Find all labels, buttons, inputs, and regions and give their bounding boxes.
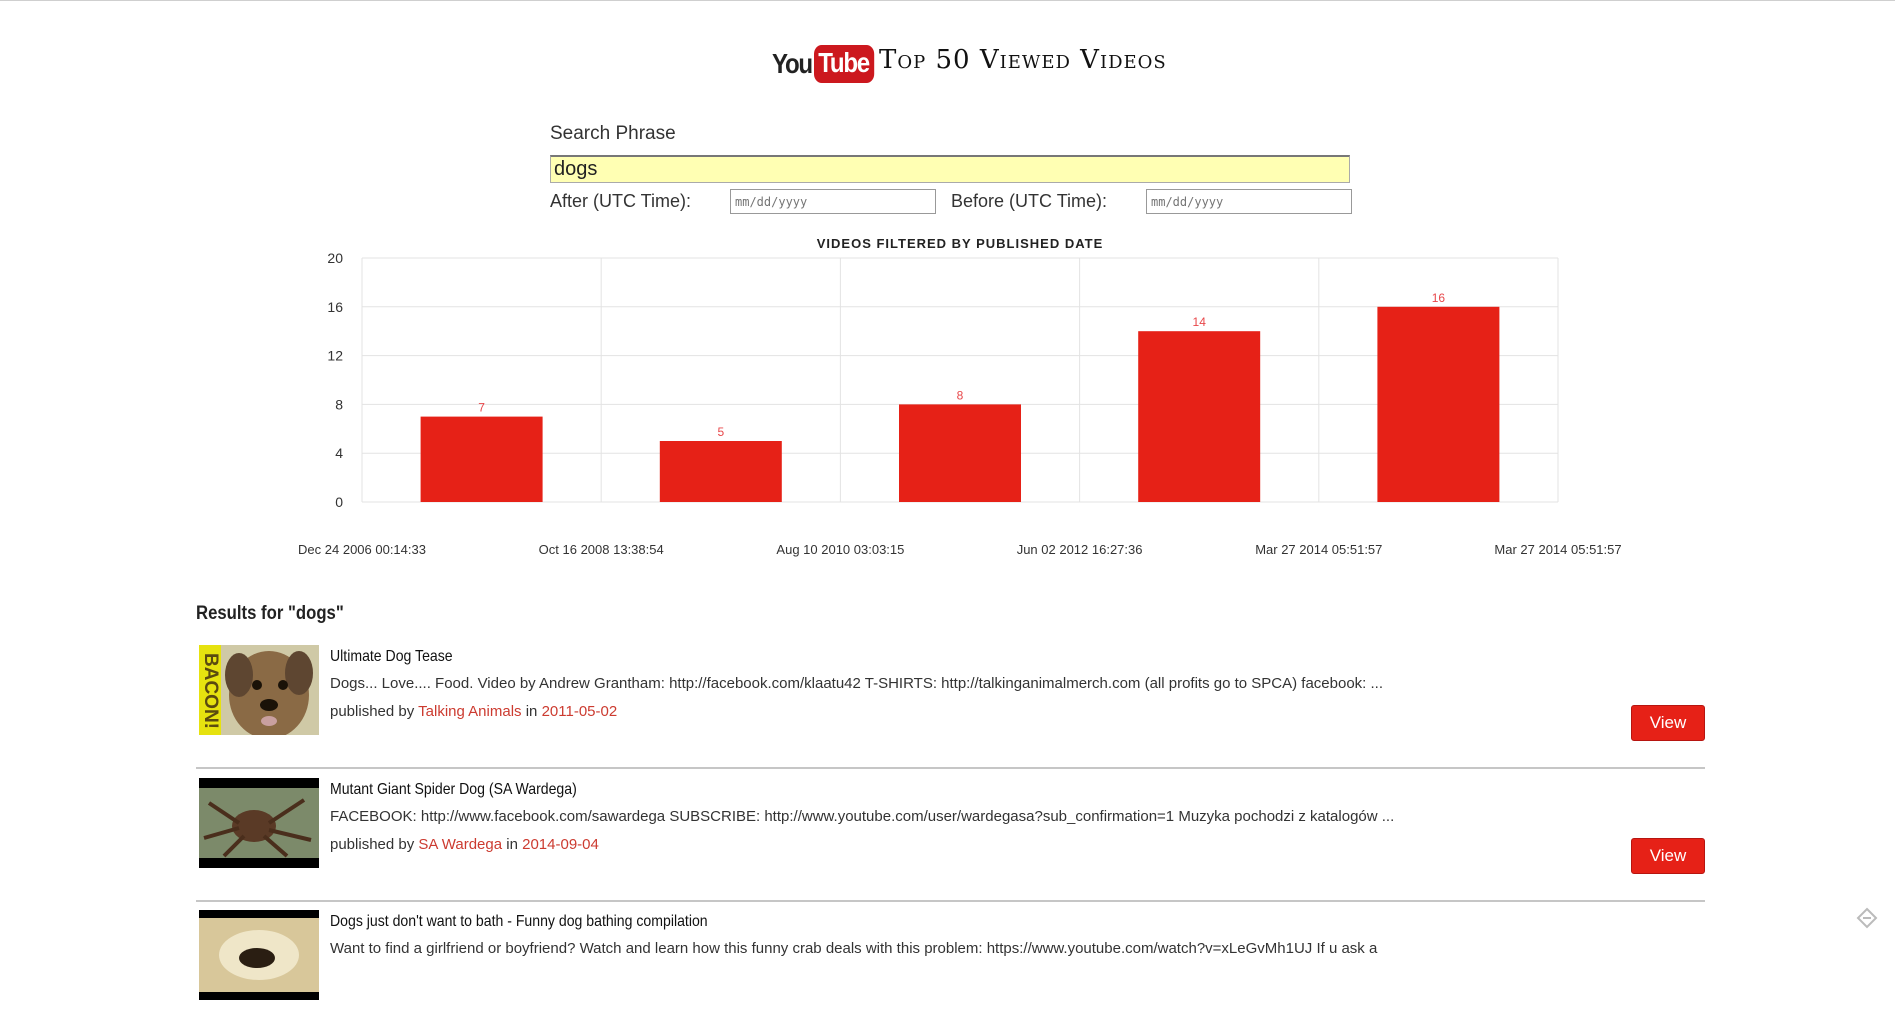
video-thumbnail[interactable]: BACON! (199, 645, 319, 735)
bar-value-label: 14 (1193, 315, 1207, 329)
before-date-label: Before (UTC Time): (951, 191, 1108, 211)
after-date-input[interactable] (730, 189, 936, 214)
publish-date: 2014-09-04 (522, 836, 599, 853)
published-by-label: published by (330, 703, 415, 720)
video-thumbnail[interactable] (199, 778, 319, 868)
search-phrase-input[interactable] (550, 155, 1350, 183)
video-title[interactable]: Ultimate Dog Tease (330, 648, 453, 666)
chart-title: VIDEOS FILTERED BY PUBLISHED DATE (817, 236, 1104, 251)
result-item: Mutant Giant Spider Dog (SA Wardega) FAC… (196, 770, 1705, 902)
video-meta: published by Talking Animals in 2011-05-… (330, 703, 617, 720)
in-label: in (506, 836, 518, 853)
published-by-label: published by (330, 836, 415, 853)
y-tick-label: 12 (327, 348, 343, 364)
youtube-logo: You Tube (772, 45, 884, 83)
video-description: FACEBOOK: http://www.facebook.com/saward… (330, 808, 1395, 825)
y-tick-label: 16 (327, 299, 343, 315)
channel-link[interactable]: SA Wardega (418, 836, 502, 853)
header: You Tube Top 50 Viewed Videos (0, 41, 1895, 91)
video-title[interactable]: Dogs just don't want to bath - Funny dog… (330, 913, 708, 931)
after-date-label: After (UTC Time): (550, 191, 692, 211)
x-tick-label: Jun 02 2012 16:27:36 (1017, 542, 1143, 557)
bar (1138, 331, 1261, 502)
view-button[interactable]: View (1631, 705, 1705, 741)
x-tick-label: Aug 10 2010 03:03:15 (776, 542, 904, 557)
in-label: in (525, 703, 538, 720)
x-tick-label: Mar 27 2014 05:51:57 (1255, 542, 1382, 557)
feedback-icon[interactable] (1856, 907, 1878, 929)
bar-value-label: 5 (717, 425, 724, 439)
y-tick-label: 20 (327, 250, 343, 266)
y-tick-label: 4 (335, 445, 343, 461)
result-item: Dogs just don't want to bath - Funny dog… (196, 902, 1705, 1032)
bar-chart-svg: VIDEOS FILTERED BY PUBLISHED DATE 0 4 8 12 16… (298, 236, 1622, 557)
bar (659, 441, 782, 502)
x-tick-label: Dec 24 2006 00:14:33 (298, 542, 426, 557)
search-phrase-label: Search Phrase (550, 123, 676, 144)
publish-date: 2011-05-02 (541, 703, 618, 720)
video-title[interactable]: Mutant Giant Spider Dog (SA Wardega) (330, 781, 577, 799)
bar (420, 416, 543, 502)
thumbnail-bacon-text: BACON! (200, 653, 221, 729)
result-item: BACON! Ultimate Dog Tease Dogs... Love..… (196, 637, 1705, 769)
y-tick-label: 0 (335, 494, 343, 510)
video-description: Want to find a girlfriend or boyfriend? … (330, 940, 1378, 957)
published-date-chart: VIDEOS FILTERED BY PUBLISHED DATE 0 4 8 12 16… (0, 231, 1895, 576)
y-tick-label: 8 (335, 396, 343, 412)
view-button[interactable]: View (1631, 838, 1705, 874)
channel-link[interactable]: Talking Animals (418, 703, 521, 720)
bar-value-label: 7 (478, 401, 485, 415)
bar-value-label: 8 (957, 388, 964, 402)
bar-value-label: 16 (1432, 291, 1446, 305)
bar (1377, 306, 1500, 502)
x-tick-label: Mar 27 2014 05:51:57 (1494, 542, 1621, 557)
video-thumbnail[interactable] (199, 910, 319, 1000)
logo-tube-text: Tube (814, 45, 875, 83)
bar (899, 404, 1021, 502)
page-title: Top 50 Viewed Videos (879, 45, 1167, 75)
video-meta: published by SA Wardega in 2014-09-04 (330, 836, 599, 853)
results-heading: Results for "dogs" (196, 603, 344, 624)
x-tick-label: Oct 16 2008 13:38:54 (539, 542, 664, 557)
before-date-input[interactable] (1146, 189, 1352, 214)
video-description: Dogs... Love.... Food. Video by Andrew G… (330, 675, 1384, 692)
logo-you-text: You (772, 48, 813, 79)
